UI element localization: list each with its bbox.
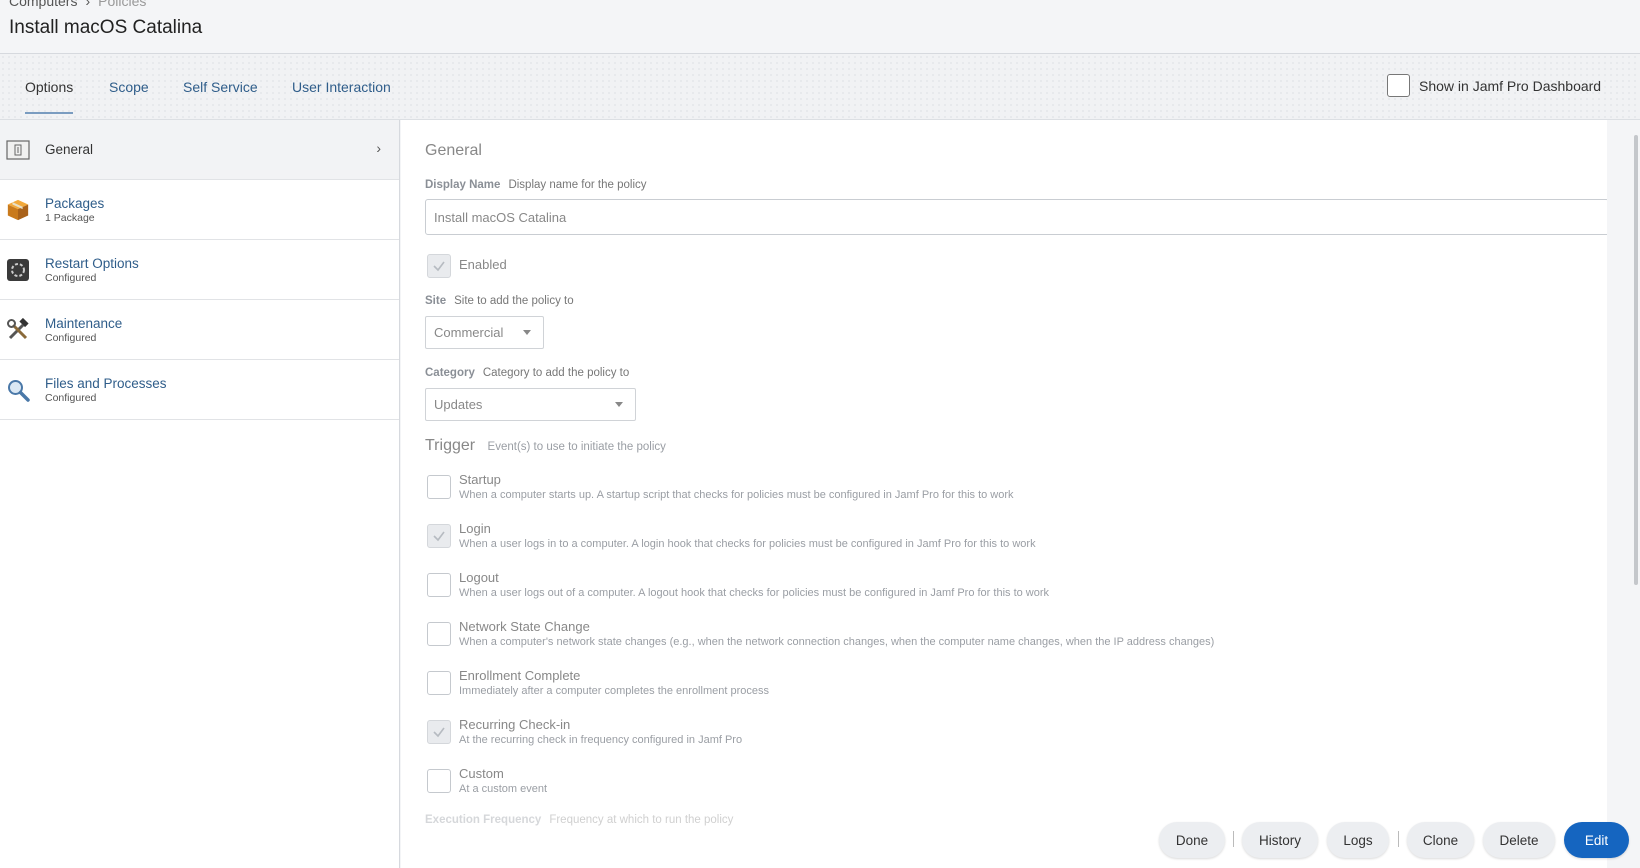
sidebar-item-general[interactable]: General › xyxy=(0,120,399,180)
enabled-checkbox[interactable] xyxy=(427,254,451,278)
site-select-value: Commercial xyxy=(434,325,504,340)
trigger-title-text: Trigger xyxy=(425,437,476,454)
sidebar-item-label: Packages xyxy=(45,195,105,211)
display-name-label: Display Name Display name for the policy xyxy=(425,179,647,191)
sidebar-item-packages[interactable]: Packages 1 Package xyxy=(0,180,399,240)
clone-button[interactable]: Clone xyxy=(1407,822,1474,858)
trigger-login-checkbox[interactable] xyxy=(427,524,451,548)
caret-down-icon xyxy=(523,330,531,335)
sidebar-item-sub: 1 Package xyxy=(45,211,95,224)
done-button[interactable]: Done xyxy=(1159,822,1225,858)
trigger-startup-desc: When a computer starts up. A startup scr… xyxy=(459,489,1014,501)
checkmark-icon xyxy=(433,261,445,272)
chevron-right-icon: › xyxy=(376,140,381,156)
display-name-label-text: Display Name xyxy=(425,179,501,191)
category-label-text: Category xyxy=(425,367,475,379)
tab-bar: Options Scope Self Service User Interact… xyxy=(0,54,1640,120)
trigger-login-desc: When a user logs in to a computer. A log… xyxy=(459,538,1036,550)
site-hint: Site to add the policy to xyxy=(454,295,574,307)
show-in-dashboard-label: Show in Jamf Pro Dashboard xyxy=(1419,77,1602,94)
caret-down-icon xyxy=(615,402,623,407)
trigger-startup-label: Startup xyxy=(459,472,501,487)
trigger-enrollment-complete-checkbox[interactable] xyxy=(427,671,451,695)
tab-self-service[interactable]: Self Service xyxy=(183,79,258,95)
execution-frequency-label-text: Execution Frequency xyxy=(425,814,542,826)
general-icon xyxy=(6,138,30,162)
trigger-network-state-change-checkbox[interactable] xyxy=(427,622,451,646)
history-button[interactable]: History xyxy=(1242,822,1318,858)
page-title: Install macOS Catalina xyxy=(9,17,203,38)
display-name-input[interactable] xyxy=(425,199,1607,235)
sidebar-item-files-and-processes[interactable]: Files and Processes Configured xyxy=(0,360,399,420)
sidebar-item-label: Maintenance xyxy=(45,315,123,331)
trigger-login-label: Login xyxy=(459,521,491,536)
options-sidebar: General › Packages 1 Package Restart Opt… xyxy=(0,120,400,868)
tab-options[interactable]: Options xyxy=(25,79,74,114)
category-select-value: Updates xyxy=(434,397,483,412)
trigger-startup-checkbox[interactable] xyxy=(427,475,451,499)
site-label-text: Site xyxy=(425,295,447,307)
execution-frequency-label: Execution Frequency Frequency at which to… xyxy=(425,814,733,826)
checkmark-icon xyxy=(433,727,445,738)
tab-user-interaction[interactable]: User Interaction xyxy=(292,79,391,95)
site-select[interactable]: Commercial xyxy=(425,316,544,349)
sidebar-item-label: General xyxy=(45,142,94,157)
delete-button[interactable]: Delete xyxy=(1483,822,1555,858)
trigger-network-state-change-desc: When a computer's network state changes … xyxy=(459,636,1215,648)
sidebar-item-maintenance[interactable]: Maintenance Configured xyxy=(0,300,399,360)
category-label: Category Category to add the policy to xyxy=(425,367,629,379)
trigger-title: Trigger Event(s) to use to initiate the … xyxy=(425,437,666,455)
sidebar-item-sub: Configured xyxy=(45,391,97,404)
show-in-dashboard-checkbox[interactable] xyxy=(1387,74,1410,97)
execution-frequency-hint: Frequency at which to run the policy xyxy=(549,814,734,826)
logs-button[interactable]: Logs xyxy=(1327,822,1389,858)
trigger-logout-label: Logout xyxy=(459,570,499,585)
breadcrumb-policies[interactable]: Policies xyxy=(98,0,146,9)
package-icon xyxy=(6,198,30,222)
trigger-network-state-change-label: Network State Change xyxy=(459,619,590,634)
trigger-custom-desc: At a custom event xyxy=(459,783,548,795)
trigger-recurring-check-in-checkbox[interactable] xyxy=(427,720,451,744)
sidebar-item-sub: Configured xyxy=(45,271,97,284)
trigger-logout-checkbox[interactable] xyxy=(427,573,451,597)
restart-icon xyxy=(6,258,30,282)
section-title: General xyxy=(425,142,482,159)
breadcrumb: Computers › Policies xyxy=(9,0,146,9)
sidebar-item-restart-options[interactable]: Restart Options Configured xyxy=(0,240,399,300)
sidebar-item-label: Files and Processes xyxy=(45,375,167,391)
footer-divider xyxy=(1233,831,1234,847)
magnifier-icon xyxy=(6,378,30,402)
checkmark-icon xyxy=(433,531,445,542)
category-select[interactable]: Updates xyxy=(425,388,636,421)
tab-scope[interactable]: Scope xyxy=(109,79,149,95)
edit-button[interactable]: Edit xyxy=(1564,822,1629,858)
enabled-label: Enabled xyxy=(459,257,507,272)
breadcrumb-separator: › xyxy=(85,0,91,9)
sidebar-item-sub: Configured xyxy=(45,331,97,344)
trigger-enrollment-complete-label: Enrollment Complete xyxy=(459,668,581,683)
trigger-hint: Event(s) to use to initiate the policy xyxy=(487,441,666,453)
trigger-enrollment-complete-desc: Immediately after a computer completes t… xyxy=(459,685,769,697)
trigger-recurring-check-in-desc: At the recurring check in frequency conf… xyxy=(459,734,743,746)
page-header: Computers › Policies Install macOS Catal… xyxy=(0,0,1640,54)
site-label: Site Site to add the policy to xyxy=(425,295,574,307)
trigger-logout-desc: When a user logs out of a computer. A lo… xyxy=(459,587,1050,599)
trigger-custom-checkbox[interactable] xyxy=(427,769,451,793)
general-panel: General Display Name Display name for the… xyxy=(401,120,1607,868)
tools-icon xyxy=(6,317,30,342)
category-hint: Category to add the policy to xyxy=(482,367,630,379)
trigger-recurring-check-in-label: Recurring Check-in xyxy=(459,717,571,732)
display-name-hint: Display name for the policy xyxy=(508,179,647,191)
trigger-custom-label: Custom xyxy=(459,766,504,781)
show-in-dashboard-toggle[interactable]: Show in Jamf Pro Dashboard xyxy=(1387,74,1601,97)
breadcrumb-computers[interactable]: Computers xyxy=(9,0,77,9)
sidebar-item-label: Restart Options xyxy=(45,255,139,271)
footer-divider xyxy=(1398,831,1399,847)
main-scrollbar-thumb[interactable] xyxy=(1634,135,1638,585)
